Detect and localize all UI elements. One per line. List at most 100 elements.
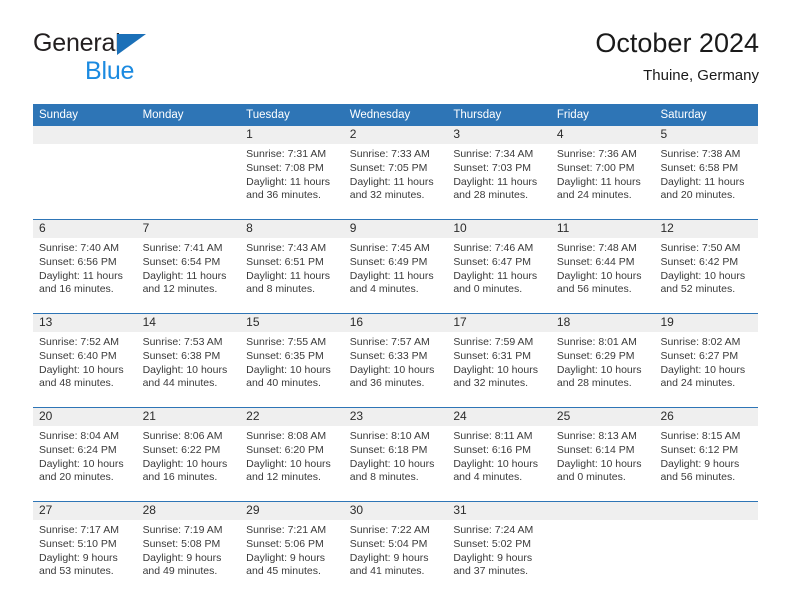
daylight-text-line1: Daylight: 10 hours xyxy=(660,363,746,376)
sunrise-text: Sunrise: 7:19 AM xyxy=(142,524,223,536)
day-details: Sunrise: 7:59 AM Sunset: 6:31 PM Daylight:… xyxy=(453,336,549,391)
day-cell[interactable]: 30 Sunrise: 7:22 AM Sunset: 5:04 PM Dayligh… xyxy=(344,502,448,595)
daylight-text-line2: and 36 minutes. xyxy=(246,189,321,202)
day-number: 14 xyxy=(142,315,156,329)
daylight-text-line2: and 8 minutes. xyxy=(349,471,419,484)
calendar-week-row: 20 Sunrise: 8:04 AM Sunset: 6:24 PM Dayligh… xyxy=(33,407,758,501)
day-number: 13 xyxy=(39,315,53,329)
day-cell[interactable]: 10 Sunrise: 7:46 AM Sunset: 6:47 PM Dayligh… xyxy=(447,220,551,313)
sunset-text: Sunset: 6:31 PM xyxy=(453,349,531,362)
day-number: 10 xyxy=(453,221,467,235)
day-cell[interactable]: 7 Sunrise: 7:41 AM Sunset: 6:54 PM Daylight… xyxy=(137,220,241,313)
day-cell[interactable]: 2 Sunrise: 7:33 AM Sunset: 7:05 PM Daylight… xyxy=(344,126,448,219)
daylight-text-line2: and 32 minutes. xyxy=(349,189,425,202)
day-cell[interactable]: 1 Sunrise: 7:31 AM Sunset: 7:08 PM Daylight… xyxy=(240,126,344,219)
day-cell[interactable]: 5 Sunrise: 7:38 AM Sunset: 6:58 PM Daylight… xyxy=(654,126,758,219)
sunset-text: Sunset: 6:54 PM xyxy=(142,255,221,268)
day-cell[interactable]: 12 Sunrise: 7:50 AM Sunset: 6:42 PM Dayligh… xyxy=(654,220,758,313)
daylight-text-line2: and 37 minutes. xyxy=(453,565,529,578)
day-details: Sunrise: 7:55 AM Sunset: 6:35 PM Daylight:… xyxy=(246,336,342,391)
day-details: Sunrise: 7:46 AM Sunset: 6:47 PM Daylight:… xyxy=(453,242,549,297)
day-details: Sunrise: 7:19 AM Sunset: 5:08 PM Daylight:… xyxy=(143,524,239,579)
day-cell[interactable]: 16 Sunrise: 7:57 AM Sunset: 6:33 PM Dayligh… xyxy=(344,314,448,407)
weekday-header-sunday: Sunday xyxy=(39,109,79,121)
sunrise-text: Sunrise: 8:10 AM xyxy=(349,430,430,442)
daylight-text-line2: and 48 minutes. xyxy=(39,377,114,390)
day-cell[interactable]: 26 Sunrise: 8:15 AM Sunset: 6:12 PM Dayligh… xyxy=(654,408,758,501)
sunset-text: Sunset: 6:47 PM xyxy=(453,255,531,268)
day-cell[interactable]: 17 Sunrise: 7:59 AM Sunset: 6:31 PM Dayligh… xyxy=(447,314,551,407)
day-cell[interactable]: 31 Sunrise: 7:24 AM Sunset: 5:02 PM Dayligh… xyxy=(447,502,551,595)
day-cell[interactable]: 8 Sunrise: 7:43 AM Sunset: 6:51 PM Daylight… xyxy=(240,220,344,313)
day-number: 12 xyxy=(660,221,674,235)
sunrise-text: Sunrise: 7:40 AM xyxy=(39,242,119,254)
daylight-text-line1: Daylight: 10 hours xyxy=(556,269,642,282)
day-cell[interactable]: 24 Sunrise: 8:11 AM Sunset: 6:16 PM Dayligh… xyxy=(447,408,551,501)
day-details: Sunrise: 8:01 AM Sunset: 6:29 PM Daylight:… xyxy=(557,336,653,391)
daylight-text-line1: Daylight: 11 hours xyxy=(246,269,331,282)
day-cell[interactable]: 22 Sunrise: 8:08 AM Sunset: 6:20 PM Dayligh… xyxy=(240,408,344,501)
day-details: Sunrise: 7:36 AM Sunset: 7:00 PM Daylight:… xyxy=(557,148,653,203)
sunrise-text: Sunrise: 7:21 AM xyxy=(246,524,327,536)
day-cell[interactable]: 25 Sunrise: 8:13 AM Sunset: 6:14 PM Dayligh… xyxy=(551,408,655,501)
day-cell-empty xyxy=(551,502,655,595)
day-details: Sunrise: 8:04 AM Sunset: 6:24 PM Daylight:… xyxy=(39,430,135,485)
daylight-text-line2: and 44 minutes. xyxy=(142,377,218,390)
day-cell[interactable]: 9 Sunrise: 7:45 AM Sunset: 6:49 PM Daylight… xyxy=(344,220,448,313)
daylight-text-line2: and 16 minutes. xyxy=(142,471,218,484)
day-cell[interactable]: 18 Sunrise: 8:01 AM Sunset: 6:29 PM Dayligh… xyxy=(551,314,655,407)
weekday-header-friday: Friday xyxy=(556,109,589,121)
day-cell[interactable]: 23 Sunrise: 8:10 AM Sunset: 6:18 PM Dayligh… xyxy=(344,408,448,501)
sunrise-text: Sunrise: 8:15 AM xyxy=(660,430,741,442)
daylight-text-line2: and 8 minutes. xyxy=(246,283,316,296)
day-cell[interactable]: 4 Sunrise: 7:36 AM Sunset: 7:00 PM Daylight… xyxy=(551,126,655,219)
day-number: 17 xyxy=(453,315,467,329)
daylight-text-line2: and 53 minutes. xyxy=(39,565,114,578)
sunset-text: Sunset: 6:16 PM xyxy=(453,443,531,456)
day-number: 19 xyxy=(660,315,674,329)
day-number: 27 xyxy=(39,503,53,517)
sunrise-text: Sunrise: 8:08 AM xyxy=(246,430,327,442)
general-blue-logo[interactable]: General Blue xyxy=(33,30,263,92)
title-block: October 2024 Thuine, Germany xyxy=(595,26,759,85)
sunset-text: Sunset: 6:24 PM xyxy=(39,443,117,456)
day-cell[interactable]: 28 Sunrise: 7:19 AM Sunset: 5:08 PM Dayligh… xyxy=(137,502,241,595)
day-cell[interactable]: 21 Sunrise: 8:06 AM Sunset: 6:22 PM Dayligh… xyxy=(137,408,241,501)
sunset-text: Sunset: 6:33 PM xyxy=(349,349,428,362)
day-cell-empty xyxy=(33,126,137,219)
sunrise-text: Sunrise: 7:36 AM xyxy=(556,148,637,160)
day-cell[interactable]: 3 Sunrise: 7:34 AM Sunset: 7:03 PM Daylight… xyxy=(447,126,551,219)
day-details: Sunrise: 7:33 AM Sunset: 7:05 PM Daylight:… xyxy=(350,148,446,203)
day-cell[interactable]: 27 Sunrise: 7:17 AM Sunset: 5:10 PM Dayligh… xyxy=(33,502,137,595)
day-details: Sunrise: 8:11 AM Sunset: 6:16 PM Daylight:… xyxy=(453,430,549,485)
day-number: 16 xyxy=(349,315,364,329)
day-cell[interactable]: 20 Sunrise: 8:04 AM Sunset: 6:24 PM Dayligh… xyxy=(33,408,137,501)
daylight-text-line1: Daylight: 9 hours xyxy=(660,457,740,470)
day-details: Sunrise: 7:52 AM Sunset: 6:40 PM Daylight:… xyxy=(39,336,135,391)
logo-text-blue: Blue xyxy=(85,57,135,85)
day-cell[interactable]: 14 Sunrise: 7:53 AM Sunset: 6:38 PM Dayligh… xyxy=(137,314,241,407)
sunset-text: Sunset: 6:12 PM xyxy=(660,443,739,456)
weekday-header-row: Sunday Monday Tuesday Wednesday Thursday… xyxy=(33,104,758,126)
day-cell[interactable]: 19 Sunrise: 8:02 AM Sunset: 6:27 PM Dayligh… xyxy=(654,314,758,407)
day-cell[interactable]: 13 Sunrise: 7:52 AM Sunset: 6:40 PM Dayligh… xyxy=(33,314,137,407)
day-cell[interactable]: 29 Sunrise: 7:21 AM Sunset: 5:06 PM Dayligh… xyxy=(240,502,344,595)
sunrise-text: Sunrise: 8:02 AM xyxy=(660,336,741,348)
sunrise-text: Sunrise: 7:24 AM xyxy=(453,524,534,536)
page-title: October 2024 xyxy=(595,28,759,58)
weekday-header-wednesday: Wednesday xyxy=(349,109,411,121)
day-details: Sunrise: 8:13 AM Sunset: 6:14 PM Daylight:… xyxy=(557,430,653,485)
daylight-text-line1: Daylight: 9 hours xyxy=(246,551,325,564)
calendar-page: General Blue October 2024 Thuine, German… xyxy=(0,0,792,612)
day-details: Sunrise: 7:57 AM Sunset: 6:33 PM Daylight:… xyxy=(350,336,446,391)
day-cell[interactable]: 15 Sunrise: 7:55 AM Sunset: 6:35 PM Dayligh… xyxy=(240,314,344,407)
weekday-header-thursday: Thursday xyxy=(453,109,502,121)
sunset-text: Sunset: 6:40 PM xyxy=(39,349,117,362)
week-cells: 27 Sunrise: 7:17 AM Sunset: 5:10 PM Dayligh… xyxy=(33,502,758,595)
day-cell[interactable]: 11 Sunrise: 7:48 AM Sunset: 6:44 PM Dayligh… xyxy=(551,220,655,313)
sunset-text: Sunset: 6:56 PM xyxy=(39,255,117,268)
day-number: 30 xyxy=(349,503,364,517)
day-number xyxy=(143,126,239,144)
day-cell[interactable]: 6 Sunrise: 7:40 AM Sunset: 6:56 PM Daylight… xyxy=(33,220,137,313)
calendar-weeks: 1 Sunrise: 7:31 AM Sunset: 7:08 PM Daylight… xyxy=(33,126,758,595)
